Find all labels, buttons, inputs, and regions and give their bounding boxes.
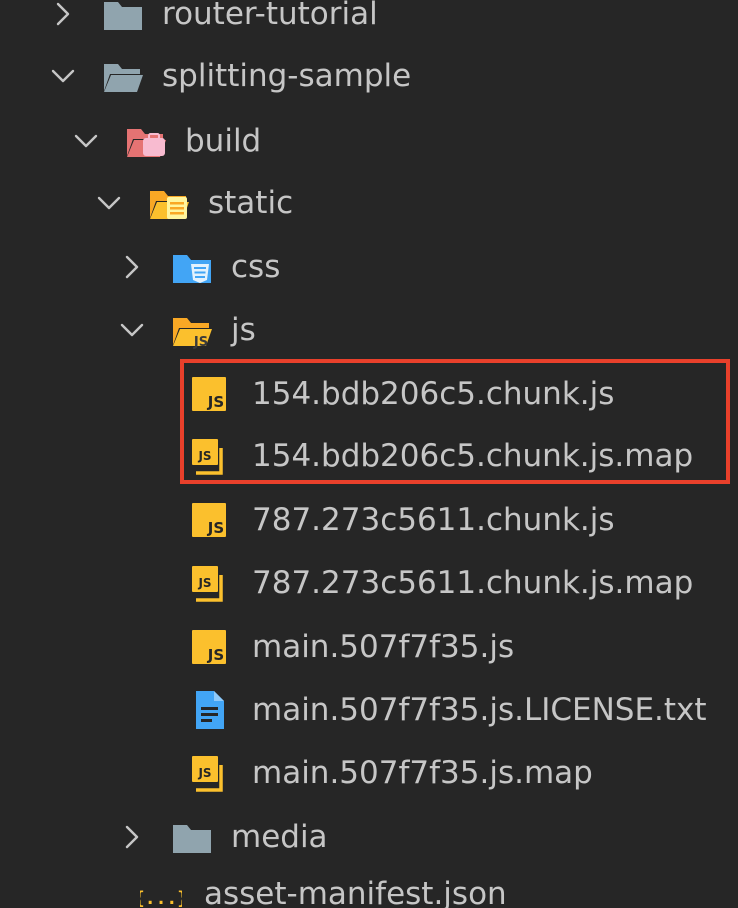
chevron-right-icon[interactable] [117,822,147,852]
tree-item-css[interactable]: css [117,235,280,299]
tree-item-label: main.507f7f35.js.LICENSE.txt [252,692,707,728]
tree-item-label: splitting-sample [162,58,412,94]
chevron-right-icon[interactable] [117,252,147,282]
tree-item-label: 787.273c5611.chunk.js [252,502,615,538]
tree-item-label: css [231,249,281,285]
chevron-down-icon[interactable] [94,188,124,218]
tree-item-label: static [208,185,294,221]
js-file-icon: JS [188,374,230,414]
build-folder-icon [125,121,167,161]
json-file-icon: {...} [140,874,182,908]
static-folder-icon [148,183,190,223]
svg-text:JS: JS [197,766,211,780]
tree-item-build[interactable]: build [71,109,261,173]
chevron-down-icon[interactable] [117,315,147,345]
tree-item-router-tutorial[interactable]: router-tutorial [48,0,378,46]
tree-item-label: 787.273c5611.chunk.js.map [252,565,694,601]
tree-item-154-chunk-js[interactable]: JS 154.bdb206c5.chunk.js [188,362,614,426]
svg-text:JS: JS [197,449,211,463]
tree-item-asset-manifest-json[interactable]: {...} asset-manifest.json [140,862,507,908]
tree-item-label: build [185,123,262,159]
file-explorer-tree: router-tutorial splitting-sample build s… [0,0,738,908]
svg-text:JS: JS [207,519,224,537]
tree-item-label: js [231,312,256,348]
svg-text:JS: JS [207,393,224,411]
tree-item-label: main.507f7f35.js [252,629,515,665]
tree-item-label: media [231,819,328,855]
svg-text:JS: JS [207,646,224,664]
tree-item-label: router-tutorial [162,0,378,32]
js-map-file-icon: JS [188,753,230,793]
text-file-icon [188,690,230,730]
tree-item-label: 154.bdb206c5.chunk.js [252,376,615,412]
tree-item-154-chunk-js-map[interactable]: JS 154.bdb206c5.chunk.js.map [188,424,693,488]
tree-item-787-chunk-js[interactable]: JS 787.273c5611.chunk.js [188,488,615,552]
chevron-right-icon[interactable] [48,0,78,29]
tree-item-label: main.507f7f35.js.map [252,755,593,791]
js-map-file-icon: JS [188,436,230,476]
tree-item-label: asset-manifest.json [204,876,507,908]
svg-text:JS: JS [193,335,208,350]
tree-item-main-js[interactable]: JS main.507f7f35.js [188,615,514,679]
tree-item-main-js-map[interactable]: JS main.507f7f35.js.map [188,741,593,805]
js-file-icon: JS [188,500,230,540]
js-file-icon: JS [188,627,230,667]
folder-icon [171,817,213,857]
folder-icon [102,0,144,34]
js-folder-icon: JS [171,310,213,350]
tree-item-js[interactable]: JS js [117,298,256,362]
tree-item-media[interactable]: media [117,805,328,869]
folder-open-icon [102,56,144,96]
svg-text:JS: JS [197,576,211,590]
svg-text:{...}: {...} [140,888,182,908]
tree-item-label: 154.bdb206c5.chunk.js.map [252,438,694,474]
css-folder-icon [171,247,213,287]
tree-item-splitting-sample[interactable]: splitting-sample [48,44,411,108]
chevron-down-icon[interactable] [71,126,101,156]
tree-item-787-chunk-js-map[interactable]: JS 787.273c5611.chunk.js.map [188,551,693,615]
tree-item-static[interactable]: static [94,171,293,235]
tree-item-main-license-txt[interactable]: main.507f7f35.js.LICENSE.txt [188,678,707,742]
js-map-file-icon: JS [188,563,230,603]
chevron-down-icon[interactable] [48,61,78,91]
